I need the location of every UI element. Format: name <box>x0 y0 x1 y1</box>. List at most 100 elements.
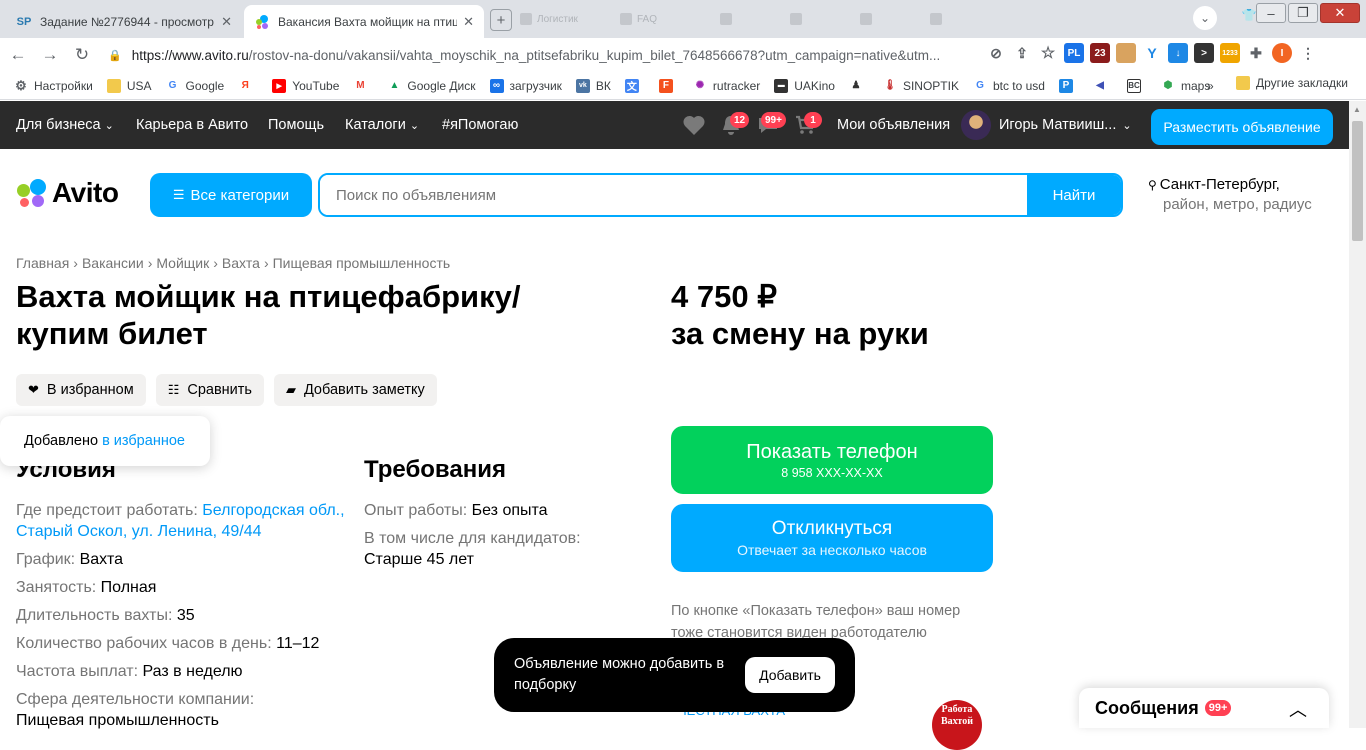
bookmark-star-icon[interactable]: ☆ <box>1038 43 1058 63</box>
ad-actions: ❤ В избранном ☷ Сравнить ▰ Добавить заметку <box>16 374 437 406</box>
sp-favicon-icon: SP <box>16 15 32 28</box>
close-tab-icon[interactable]: ✕ <box>463 14 474 30</box>
globe-pl-icon[interactable]: PL <box>1064 43 1084 63</box>
back-button[interactable]: ← <box>4 41 32 69</box>
bookmark-yandex[interactable]: Я <box>238 79 258 93</box>
favorites-link[interactable]: в избранное <box>102 433 185 449</box>
notifications-bell-icon[interactable]: 12 <box>720 101 750 149</box>
bookmark-btc[interactable]: Gbtc to usd <box>973 79 1045 93</box>
favorites-heart-icon[interactable] <box>682 101 706 149</box>
location-selector[interactable]: ⚲ Санкт-Петербург, район, метро, радиус <box>1148 175 1312 215</box>
page-scrollbar[interactable]: ▲ <box>1349 101 1366 728</box>
nav-business[interactable]: Для бизнеса ⌄ <box>16 101 114 149</box>
condition-row: Где предстоит работать: Белгородская обл… <box>16 500 346 542</box>
background-tab[interactable] <box>790 12 850 26</box>
blocked-popup-icon[interactable]: ⊘ <box>986 43 1006 63</box>
bookmark-settings[interactable]: ⚙ Настройки <box>14 78 93 93</box>
breadcrumb-item[interactable]: Вахта <box>222 255 260 271</box>
reply-button[interactable]: Откликнуться Отвечает за несколько часов <box>671 504 993 572</box>
background-tab[interactable] <box>860 12 920 26</box>
reload-button[interactable]: ↻ <box>68 41 96 69</box>
other-bookmarks[interactable]: Другие закладки <box>1236 76 1348 90</box>
nav-career[interactable]: Карьера в Авито <box>136 101 248 149</box>
breadcrumb-item[interactable]: Пищевая промышленность <box>273 255 451 271</box>
bookmark-usa[interactable]: USA <box>106 78 152 93</box>
bookmarks-more-button[interactable]: » <box>1207 79 1214 93</box>
messages-icon[interactable]: 99+ <box>757 101 786 149</box>
y-icon[interactable]: Y <box>1142 43 1162 63</box>
bookmark-gmail[interactable]: M <box>353 79 373 93</box>
scroll-up-arrow-icon[interactable]: ▲ <box>1353 105 1361 114</box>
add-note-button[interactable]: ▰ Добавить заметку <box>273 374 437 406</box>
breadcrumb-item[interactable]: Вакансии <box>82 255 144 271</box>
browser-tab[interactable]: SP Задание №2776944 - просмотр з ✕ <box>6 5 242 38</box>
show-phone-button[interactable]: Показать телефон 8 958 XXX-XX-XX <box>671 426 993 494</box>
bookmark-rutracker[interactable]: ✺ rutracker <box>693 79 761 93</box>
bookmark-translate[interactable]: 文 <box>624 78 645 93</box>
background-tab[interactable] <box>720 12 780 26</box>
yandex-icon: Я <box>241 80 249 91</box>
bookmark-google[interactable]: G Google <box>166 79 225 93</box>
share-icon[interactable]: ⇪ <box>1012 43 1032 63</box>
minimize-button[interactable]: – <box>1256 3 1286 23</box>
close-window-button[interactable]: ✕ <box>1320 3 1360 23</box>
forward-button[interactable]: → <box>36 41 64 69</box>
bookmark-arrow[interactable]: ◀ <box>1093 79 1113 93</box>
bookmark-f[interactable]: F <box>658 78 679 93</box>
bookmark-p[interactable]: P <box>1058 78 1079 93</box>
terminal-icon[interactable]: > <box>1194 43 1214 63</box>
bookmark-piece[interactable]: ♟ <box>849 79 869 93</box>
puzzle-icon[interactable]: ✚ <box>1246 43 1266 63</box>
face-icon[interactable] <box>1116 43 1136 63</box>
background-tab[interactable] <box>930 12 990 26</box>
add-to-collection-button[interactable]: Добавить <box>745 657 835 693</box>
background-tab[interactable]: FAQ <box>620 12 710 26</box>
all-categories-button[interactable]: ☰ Все категории <box>150 173 312 217</box>
messages-panel[interactable]: Сообщения 99+ ︿ <box>1079 688 1329 728</box>
bc-icon: BC <box>1126 78 1141 93</box>
bookmark-label: maps <box>1180 78 1211 93</box>
seller-logo[interactable]: Работа Вахтой <box>932 700 982 750</box>
bookmark-maps[interactable]: ⬢ maps <box>1161 78 1211 93</box>
avito-logo[interactable]: Avito <box>16 177 119 209</box>
favorite-button[interactable]: ❤ В избранном <box>16 374 146 406</box>
nav-ihelp[interactable]: #яПомогаю <box>442 101 518 149</box>
bookmark-vk[interactable]: vk ВК <box>575 78 611 93</box>
browser-tab-active[interactable]: Вакансия Вахта мойщик на птице ✕ <box>244 5 484 38</box>
user-name: Игорь Матвииш... <box>999 117 1117 133</box>
avito-favicon-icon <box>254 14 270 30</box>
search-input[interactable] <box>320 175 1027 215</box>
nav-catalogs[interactable]: Каталоги ⌄ <box>345 101 419 149</box>
breadcrumb-item[interactable]: Главная <box>16 255 69 271</box>
nav-help[interactable]: Помощь <box>268 101 324 149</box>
ext-23-icon[interactable]: 23 <box>1090 43 1110 63</box>
bookmark-bc[interactable]: BC <box>1126 78 1147 93</box>
post-ad-button[interactable]: Разместить объявление <box>1151 109 1333 145</box>
bookmark-sinoptik[interactable]: 🌡 SINOPTIK <box>883 79 959 93</box>
maximize-button[interactable]: ❐ <box>1288 3 1318 23</box>
nav-my-ads[interactable]: Мои объявления <box>837 101 950 149</box>
profile-icon[interactable]: I <box>1272 43 1292 63</box>
search-button[interactable]: Найти <box>1027 175 1121 215</box>
coin-icon[interactable]: 1233 <box>1220 43 1240 63</box>
tab-search-icon[interactable]: ⌄ <box>1193 6 1217 30</box>
gdrive-icon: ▲ <box>389 80 400 91</box>
download-icon[interactable]: ↓ <box>1168 43 1188 63</box>
bookmark-gdrive[interactable]: ▲ Google Диск <box>387 79 475 93</box>
close-tab-icon[interactable]: ✕ <box>221 14 232 30</box>
bookmark-label: UAKino <box>794 78 835 93</box>
cart-icon[interactable]: 1 <box>794 101 822 149</box>
menu-kebab-icon[interactable]: ⋮ <box>1298 43 1318 63</box>
chevron-up-icon[interactable]: ︿ <box>1289 696 1307 722</box>
compare-button[interactable]: ☷ Сравнить <box>155 374 264 406</box>
scrollbar-thumb[interactable] <box>1352 121 1363 241</box>
bookmark-loader[interactable]: ∞ загрузчик <box>489 78 562 93</box>
user-menu[interactable]: Игорь Матвииш... ⌄ <box>961 101 1132 149</box>
other-bookmarks-label: Другие закладки <box>1256 76 1348 90</box>
bookmark-uakino[interactable]: ▬ UAKino <box>774 78 835 93</box>
background-tab[interactable]: Логистик <box>520 12 610 26</box>
url-input[interactable]: 🔒 https://www.avito.ru/rostov-na-donu/va… <box>100 41 980 69</box>
bookmark-youtube[interactable]: ▶ YouTube <box>272 78 339 93</box>
new-tab-button[interactable]: + <box>490 9 512 31</box>
breadcrumb-item[interactable]: Мойщик <box>156 255 209 271</box>
